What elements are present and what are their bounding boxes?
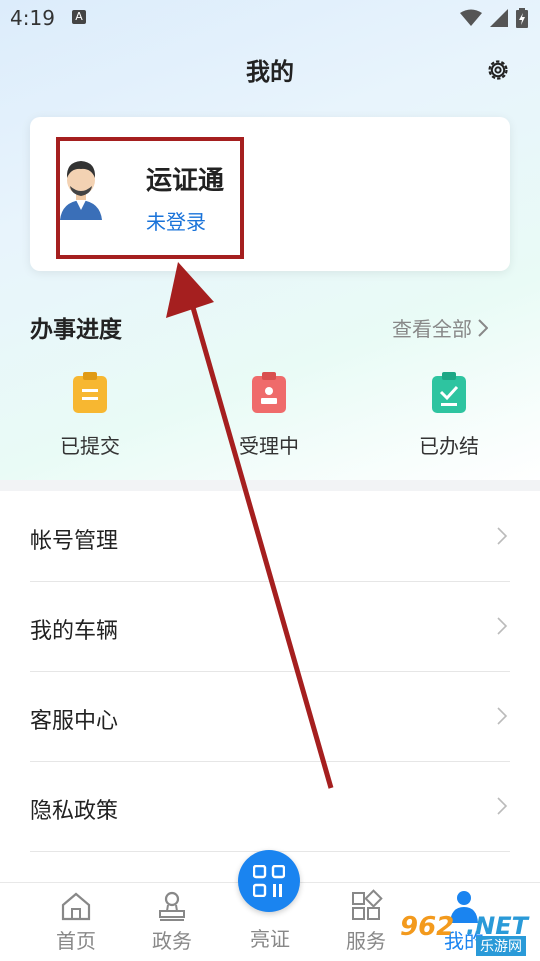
status-time: 4:19 bbox=[10, 6, 55, 30]
nav-home[interactable]: 首页 bbox=[26, 883, 126, 961]
watermark-site: 乐游网 bbox=[476, 936, 526, 956]
progress-processing[interactable]: 受理中 bbox=[209, 372, 329, 459]
status-bar: 4:19 A bbox=[0, 0, 540, 38]
progress-label: 已办结 bbox=[419, 434, 479, 458]
nav-show-license[interactable]: 亮证 bbox=[220, 905, 320, 961]
view-all-label: 查看全部 bbox=[392, 317, 472, 341]
menu-item-customer-service[interactable]: 客服中心 bbox=[30, 671, 510, 762]
nav-label: 政务 bbox=[152, 929, 192, 953]
home-icon bbox=[61, 892, 91, 921]
page-title: 我的 bbox=[246, 58, 294, 86]
wifi-icon bbox=[460, 9, 482, 26]
progress-label: 已提交 bbox=[60, 434, 120, 458]
nav-label: 首页 bbox=[56, 929, 96, 953]
menu-item-label: 帐号管理 bbox=[30, 529, 119, 554]
qr-code-icon bbox=[253, 865, 285, 897]
chevron-right-icon bbox=[478, 318, 488, 337]
stamp-icon bbox=[159, 891, 185, 921]
chevron-right-icon bbox=[497, 527, 508, 545]
chevron-right-icon bbox=[497, 707, 508, 725]
annotation-highlight-box bbox=[56, 137, 244, 259]
menu-item-vehicles[interactable]: 我的车辆 bbox=[30, 581, 510, 672]
view-all-link[interactable]: 查看全部 bbox=[392, 313, 488, 342]
battery-icon bbox=[516, 8, 528, 28]
grid-icon bbox=[352, 889, 383, 920]
clipboard-list-icon bbox=[73, 372, 107, 413]
progress-submitted[interactable]: 已提交 bbox=[30, 372, 150, 459]
menu-item-label: 隐私政策 bbox=[30, 799, 119, 824]
menu-item-label: 我的车辆 bbox=[30, 619, 119, 644]
section-divider bbox=[0, 480, 540, 491]
stamp-clipboard-icon bbox=[252, 372, 286, 413]
chevron-right-icon bbox=[497, 797, 508, 815]
scan-button[interactable] bbox=[238, 850, 300, 912]
nav-government[interactable]: 政务 bbox=[122, 883, 222, 961]
menu-item-account[interactable]: 帐号管理 bbox=[30, 491, 510, 582]
menu-item-label: 客服中心 bbox=[30, 709, 119, 734]
clipboard-check-icon bbox=[432, 372, 466, 413]
menu-item-privacy[interactable]: 隐私政策 bbox=[30, 761, 510, 852]
progress-section-title: 办事进度 bbox=[30, 317, 122, 343]
chevron-right-icon bbox=[497, 617, 508, 635]
progress-label: 受理中 bbox=[239, 434, 299, 458]
progress-completed[interactable]: 已办结 bbox=[389, 372, 509, 459]
notification-icon: A bbox=[72, 10, 86, 24]
signal-icon bbox=[490, 9, 508, 27]
gear-icon[interactable] bbox=[484, 56, 512, 84]
watermark-mark: 962 bbox=[400, 912, 455, 942]
system-icons bbox=[460, 8, 528, 28]
nav-label: 亮证 bbox=[250, 927, 290, 951]
